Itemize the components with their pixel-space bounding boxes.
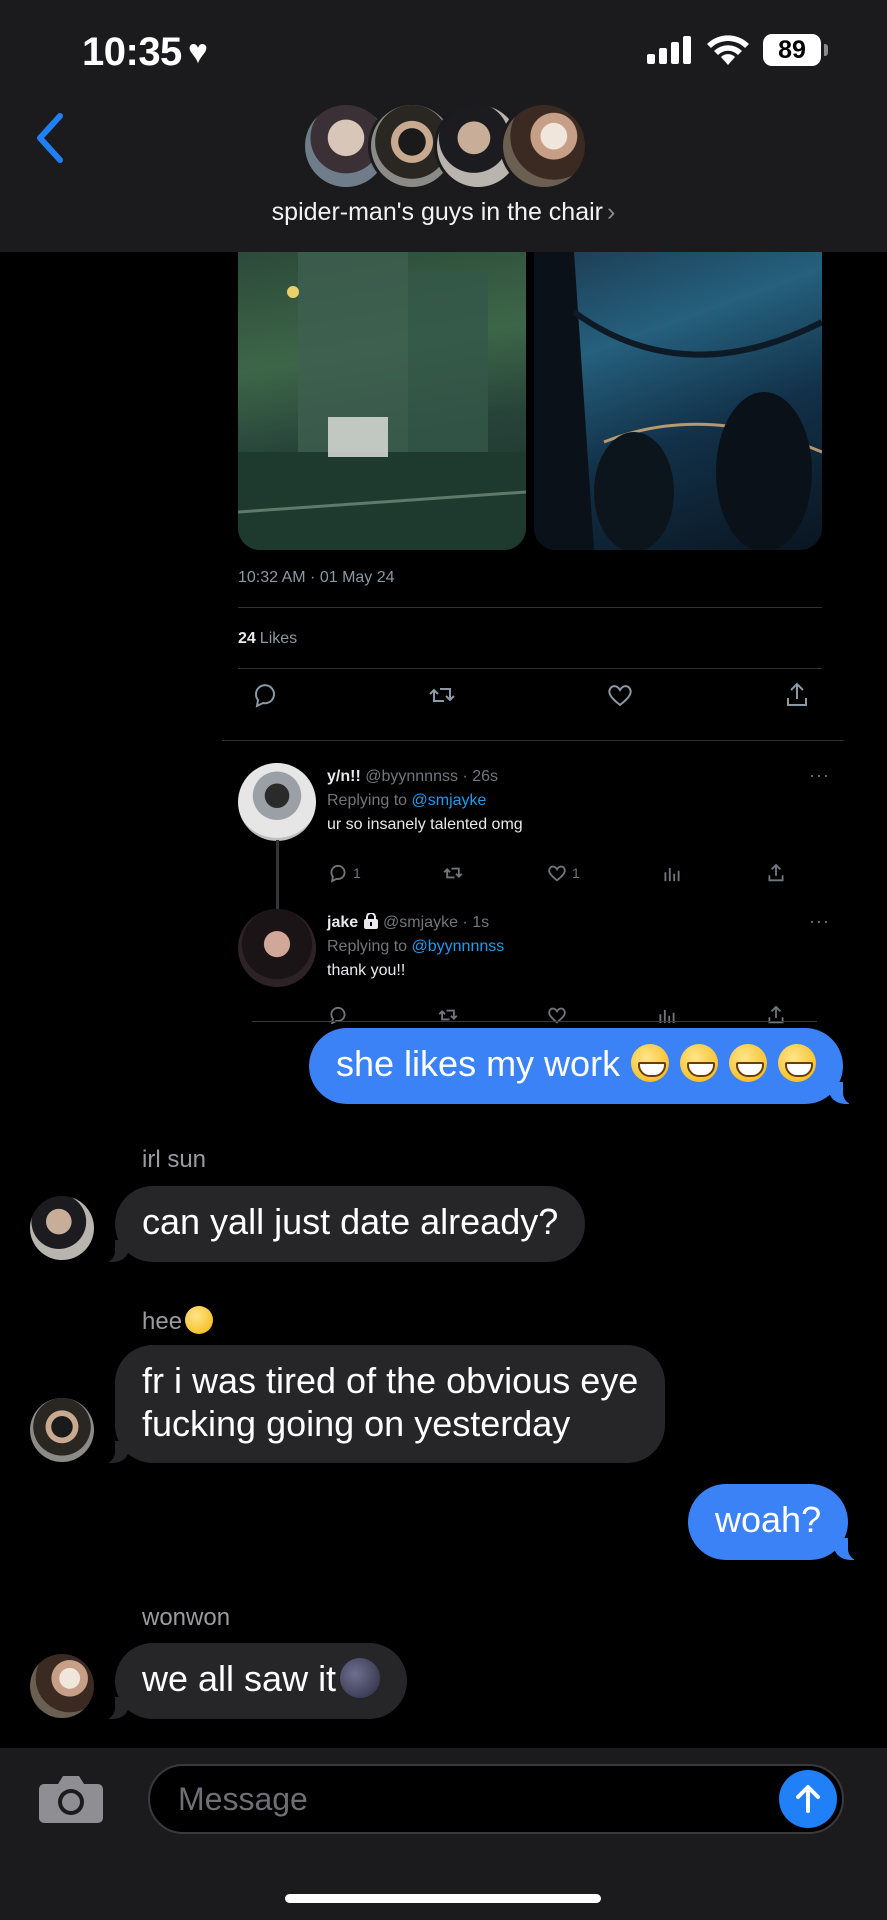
avatar[interactable] xyxy=(30,1196,94,1260)
divider xyxy=(252,1021,817,1022)
battery-icon: 89 xyxy=(763,34,828,66)
yawning-face-emoji-icon xyxy=(185,1306,214,1334)
mention-link[interactable]: @byynnnnss xyxy=(412,938,505,955)
reply-count: 1 xyxy=(353,865,361,881)
reply-button[interactable]: 1 xyxy=(327,862,361,884)
message-text: woah? xyxy=(715,1499,822,1540)
more-options-icon[interactable]: ··· xyxy=(809,911,830,932)
message-text: fr i was tired of the obvious eye xyxy=(142,1360,639,1401)
mention-link[interactable]: @smjayke xyxy=(412,792,487,809)
grinning-face-emoji-icon xyxy=(778,1044,817,1082)
cellular-signal-icon xyxy=(647,36,691,64)
group-avatars[interactable] xyxy=(302,102,588,190)
grinning-face-emoji-icon xyxy=(729,1044,768,1082)
reply-handle: @smjayke · 1s xyxy=(383,914,490,931)
sender-name: irl sun xyxy=(142,1146,207,1173)
message-text: she likes my work xyxy=(336,1043,621,1084)
chat-header: 10:35 ♥ 89 spider-man's guys in the chair… xyxy=(0,0,887,252)
heart-icon[interactable] xyxy=(605,680,635,710)
status-time: 10:35 ♥ xyxy=(82,30,208,74)
message-input[interactable] xyxy=(148,1764,844,1834)
more-options-icon[interactable]: ··· xyxy=(809,765,830,786)
status-indicators: 89 xyxy=(647,34,828,66)
retweet-icon xyxy=(443,867,463,879)
outgoing-message[interactable]: she likes my work xyxy=(309,1028,858,1105)
avatar xyxy=(238,909,316,987)
bar-chart-icon xyxy=(664,867,680,882)
group-name-button[interactable]: spider-man's guys in the chair › xyxy=(0,198,887,227)
shared-image[interactable]: 10:32 AM · 01 May 24 24 Likes y/n!! @byyn… xyxy=(222,252,844,1024)
lock-icon xyxy=(363,913,378,929)
reply-icon xyxy=(330,864,346,883)
divider xyxy=(238,668,822,669)
message-text: fucking going on yesterday xyxy=(142,1403,571,1444)
likes-count: 24 xyxy=(238,630,256,647)
replying-label: Replying to xyxy=(327,938,408,955)
message-text: can yall just date already? xyxy=(142,1201,559,1242)
wifi-icon xyxy=(707,35,749,65)
city-street-photo xyxy=(238,252,526,550)
camera-button[interactable] xyxy=(38,1772,104,1824)
reply-author: y/n!! xyxy=(327,768,361,785)
likes-label: Likes xyxy=(259,630,298,647)
share-button[interactable] xyxy=(765,862,787,884)
incoming-message[interactable]: we all saw it xyxy=(100,1643,408,1720)
retweet-button[interactable] xyxy=(442,862,464,884)
group-name-label: spider-man's guys in the chair xyxy=(271,198,603,226)
retweet-icon[interactable] xyxy=(427,680,457,710)
message-text: we all saw it xyxy=(142,1658,337,1699)
reply-text: thank you!! xyxy=(327,962,406,979)
tweet-actions xyxy=(250,680,812,710)
heart-icon: ♥ xyxy=(187,33,208,71)
back-button[interactable] xyxy=(28,110,72,166)
camera-icon xyxy=(39,1776,103,1823)
heart-icon xyxy=(548,865,566,882)
grinning-face-emoji-icon xyxy=(680,1044,719,1082)
home-indicator[interactable] xyxy=(285,1894,601,1903)
reply-author: jake xyxy=(327,914,359,931)
tweet-timestamp: 10:32 AM · 01 May 24 xyxy=(238,569,395,586)
reply-text: ur so insanely talented omg xyxy=(327,816,523,833)
tweet-reply: jake @smjayke · 1s Replying to @byynnnns… xyxy=(238,909,838,1019)
incoming-message[interactable]: can yall just date already? xyxy=(100,1186,586,1263)
tweet-likes: 24 Likes xyxy=(238,630,297,648)
new-moon-face-emoji-icon xyxy=(340,1658,381,1698)
tweet-reply: y/n!! @byynnnnss · 26s Replying to @smja… xyxy=(238,763,838,873)
share-icon[interactable] xyxy=(782,680,812,710)
outgoing-message[interactable]: woah? xyxy=(688,1484,863,1561)
like-button[interactable]: 1 xyxy=(546,862,580,884)
reply-handle: @byynnnnss · 26s xyxy=(365,768,498,785)
avatar xyxy=(238,763,316,841)
chevron-left-icon xyxy=(37,113,63,163)
divider xyxy=(238,607,822,608)
avatar xyxy=(500,102,588,190)
tweet-photos xyxy=(238,252,822,550)
send-button[interactable] xyxy=(779,1770,837,1828)
reply-body: jake @smjayke · 1s Replying to @byynnnns… xyxy=(327,911,817,983)
chevron-right-icon: › xyxy=(606,198,616,226)
replying-label: Replying to xyxy=(327,792,408,809)
sender-name: wonwon xyxy=(142,1604,231,1631)
reply-body: y/n!! @byynnnnss · 26s Replying to @smja… xyxy=(327,765,817,837)
incoming-message[interactable]: fr i was tired of the obvious eye fuckin… xyxy=(100,1345,666,1464)
avatar[interactable] xyxy=(30,1398,94,1462)
share-icon xyxy=(768,863,784,882)
like-count: 1 xyxy=(571,865,580,881)
composer-bar xyxy=(0,1748,887,1920)
sender-name: hee xyxy=(142,1306,214,1336)
divider xyxy=(222,740,844,741)
views-button[interactable] xyxy=(661,862,683,884)
reply-icon[interactable] xyxy=(250,680,280,710)
avatar[interactable] xyxy=(30,1654,94,1718)
grinning-face-emoji-icon xyxy=(631,1044,670,1082)
arrow-up-icon xyxy=(796,1785,820,1813)
bridge-view-photo xyxy=(534,252,822,550)
reply-actions: 1 1 xyxy=(327,862,787,884)
